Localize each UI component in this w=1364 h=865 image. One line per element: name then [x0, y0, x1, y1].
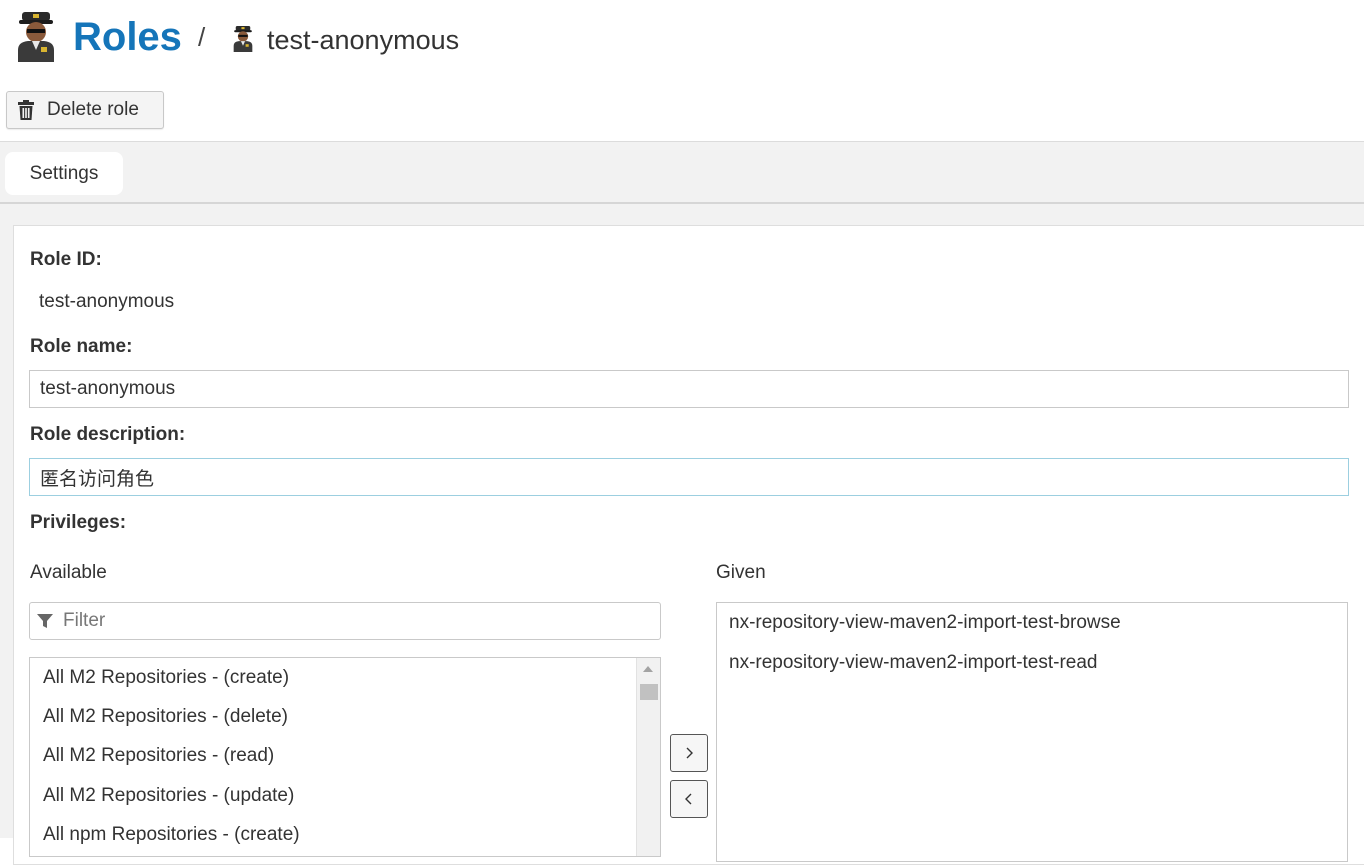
- given-privileges-list[interactable]: nx-repository-view-maven2-import-test-br…: [716, 602, 1348, 862]
- delete-role-button[interactable]: Delete role: [6, 91, 164, 129]
- given-label: Given: [716, 562, 766, 583]
- scroll-thumb[interactable]: [640, 684, 658, 700]
- list-item[interactable]: All npm Repositories - (create): [43, 824, 300, 846]
- chevron-right-icon: [686, 747, 693, 759]
- tab-strip: Settings: [0, 141, 1364, 204]
- delete-role-label: Delete role: [47, 99, 139, 120]
- breadcrumb-separator: /: [198, 22, 206, 52]
- role-icon: [18, 12, 54, 62]
- add-privilege-button[interactable]: [670, 734, 708, 772]
- scroll-up-arrow-icon[interactable]: [643, 666, 653, 672]
- chevron-left-icon: [685, 793, 692, 805]
- role-description-input[interactable]: [29, 458, 1349, 496]
- list-item[interactable]: All M2 Repositories - (read): [43, 745, 274, 767]
- filter-icon: [37, 614, 53, 628]
- list-item[interactable]: All M2 Repositories - (create): [43, 667, 289, 689]
- role-description-label: Role description:: [30, 424, 186, 445]
- page-header: Roles / test-anonymous: [0, 0, 1364, 80]
- role-id-value: test-anonymous: [39, 291, 175, 312]
- role-id-label: Role ID:: [30, 249, 102, 270]
- list-item[interactable]: All M2 Repositories - (update): [43, 785, 294, 807]
- role-icon: [233, 26, 253, 52]
- available-privileges-list[interactable]: All M2 Repositories - (create) All M2 Re…: [29, 657, 661, 857]
- list-item[interactable]: All M2 Repositories - (delete): [43, 706, 288, 728]
- remove-privilege-button[interactable]: [670, 780, 708, 818]
- scrollbar[interactable]: [636, 658, 660, 856]
- filter-field[interactable]: [29, 602, 661, 640]
- page-title[interactable]: Roles: [73, 12, 182, 62]
- list-item[interactable]: nx-repository-view-maven2-import-test-re…: [729, 652, 1098, 674]
- list-item[interactable]: nx-repository-view-maven2-import-test-br…: [729, 612, 1121, 634]
- filter-input[interactable]: [61, 609, 625, 633]
- available-label: Available: [30, 562, 107, 583]
- role-name-label: Role name:: [30, 336, 133, 357]
- trash-icon: [18, 100, 34, 120]
- role-name-input[interactable]: [29, 370, 1349, 408]
- tab-settings[interactable]: Settings: [5, 152, 123, 195]
- privileges-label: Privileges:: [30, 512, 127, 533]
- breadcrumb-item: test-anonymous: [267, 25, 460, 55]
